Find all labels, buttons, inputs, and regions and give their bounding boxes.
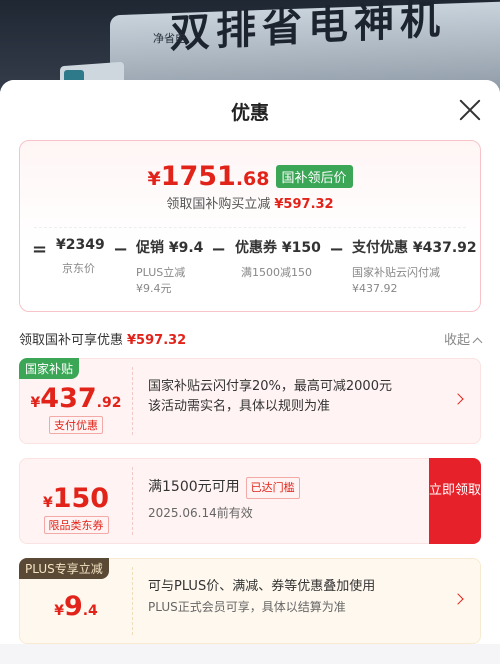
divider bbox=[132, 467, 133, 535]
final-price: ¥1751.68 bbox=[147, 161, 270, 192]
payment-discount-tag: 支付优惠 bbox=[49, 416, 103, 434]
subsidy-description: 国家补贴云闪付享20%，最高可减2000元 该活动需实名，具体以规则为准 bbox=[148, 379, 392, 414]
minus-sign: − bbox=[113, 239, 129, 260]
collapse-button[interactable]: 收起 bbox=[444, 329, 483, 348]
formula-term-coupon: 优惠券 ¥150 满1500减150 bbox=[235, 240, 321, 279]
plus-discount-card[interactable]: PLUS专享立减 ¥9.4 可与PLUS价、满减、券等优惠叠加使用 PLUS正式… bbox=[19, 558, 481, 644]
divider bbox=[132, 367, 133, 435]
sheet-content: ¥1751.68 国补领后价 领取国补购买立减 ¥597.32 = ¥2349 京东… bbox=[0, 140, 500, 644]
plus-value: ¥9.4 bbox=[54, 591, 98, 622]
banner-brand: 净省电 bbox=[153, 32, 186, 45]
subsidy-value: ¥437.92 支付优惠 bbox=[30, 383, 122, 434]
sheet-title: 优惠 bbox=[230, 102, 269, 124]
formula-term-promotion: 促销 ¥9.4 PLUS立减 ¥9.4元 bbox=[136, 240, 204, 295]
discount-section-header: 领取国补可享优惠 ¥597.32 收起 bbox=[19, 312, 483, 358]
final-price-row: ¥1751.68 国补领后价 bbox=[20, 161, 480, 192]
plus-description: 可与PLUS价、满减、券等优惠叠加使用 PLUS正式会员可享，具体以结算为准 bbox=[148, 579, 376, 614]
formula-term-jd-price: ¥2349 京东价 bbox=[56, 237, 105, 275]
final-price-tag: 国补领后价 bbox=[275, 165, 353, 188]
claim-summary: 领取国补购买立减 ¥597.32 bbox=[166, 197, 334, 212]
minus-sign: − bbox=[211, 239, 227, 260]
subsidy-card[interactable]: 国家补贴 ¥437.92 支付优惠 国家补贴云闪付享20%，最高可减2000元 … bbox=[19, 358, 481, 444]
chevron-right-icon[interactable] bbox=[452, 593, 464, 605]
price-summary: ¥1751.68 国补领后价 领取国补购买立减 ¥597.32 = ¥2349 京东… bbox=[19, 140, 481, 312]
equals-sign: = bbox=[32, 239, 48, 260]
section-title: 领取国补可享优惠 ¥597.32 bbox=[19, 333, 187, 348]
discount-sheet: 优惠 ¥1751.68 国补领后价 领取国补购买立减 ¥597.32 = ¥2349… bbox=[0, 80, 500, 664]
divider bbox=[132, 567, 133, 635]
coupon-card: ¥150 限品类东券 满1500元可用 已达门槛 2025.06.14前有效 立即… bbox=[19, 458, 481, 544]
chevron-up-icon bbox=[472, 337, 483, 348]
chevron-right-icon[interactable] bbox=[452, 393, 464, 405]
coupon-category-tag: 限品类东券 bbox=[43, 516, 109, 534]
close-icon[interactable] bbox=[458, 98, 482, 122]
coupon-description: 满1500元可用 已达门槛 2025.06.14前有效 bbox=[148, 477, 440, 523]
minus-sign: − bbox=[329, 239, 345, 260]
sheet-header: 优惠 bbox=[0, 80, 500, 140]
claim-coupon-button[interactable]: 立即领取 bbox=[429, 458, 481, 544]
coupon-value: ¥150 限品类东券 bbox=[42, 483, 110, 534]
threshold-badge: 已达门槛 bbox=[245, 477, 300, 499]
formula-term-payment: 支付优惠 ¥437.92 国家补贴云闪付减 ¥437.92 bbox=[352, 240, 477, 295]
divider bbox=[34, 227, 466, 228]
